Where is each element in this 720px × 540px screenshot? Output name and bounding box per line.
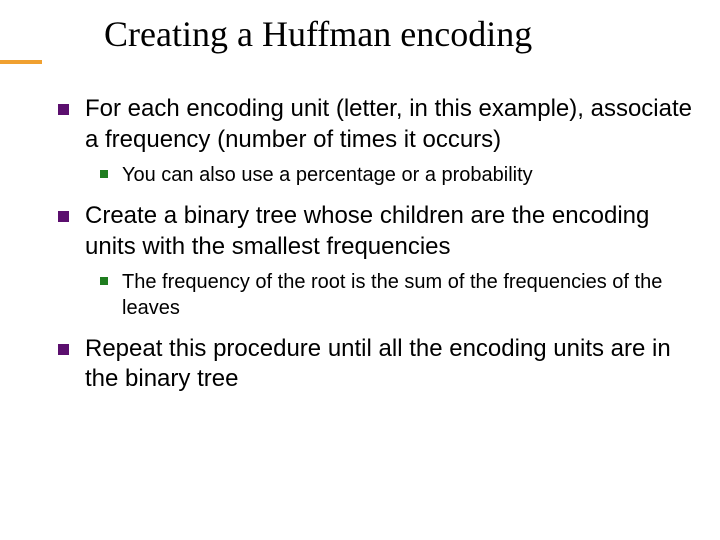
list-subitem: The frequency of the root is the sum of …: [100, 270, 700, 321]
list-item: Repeat this procedure until all the enco…: [58, 334, 700, 395]
square-bullet-icon: [58, 211, 69, 222]
list-item-text: Repeat this procedure until all the enco…: [85, 334, 700, 395]
square-bullet-icon: [100, 277, 108, 285]
square-bullet-icon: [58, 344, 69, 355]
list-item-text: For each encoding unit (letter, in this …: [85, 94, 700, 155]
square-bullet-icon: [58, 104, 69, 115]
list-subitem: You can also use a percentage or a proba…: [100, 163, 700, 189]
list-item: Create a binary tree whose children are …: [58, 201, 700, 262]
list-item: For each encoding unit (letter, in this …: [58, 94, 700, 155]
accent-bar: [0, 60, 42, 64]
slide: Creating a Huffman encoding For each enc…: [0, 0, 720, 540]
list-subitem-text: The frequency of the root is the sum of …: [122, 270, 700, 321]
list-subitem-text: You can also use a percentage or a proba…: [122, 163, 533, 189]
slide-body: For each encoding unit (letter, in this …: [58, 82, 700, 395]
slide-title: Creating a Huffman encoding: [104, 14, 532, 55]
list-item-text: Create a binary tree whose children are …: [85, 201, 700, 262]
square-bullet-icon: [100, 170, 108, 178]
